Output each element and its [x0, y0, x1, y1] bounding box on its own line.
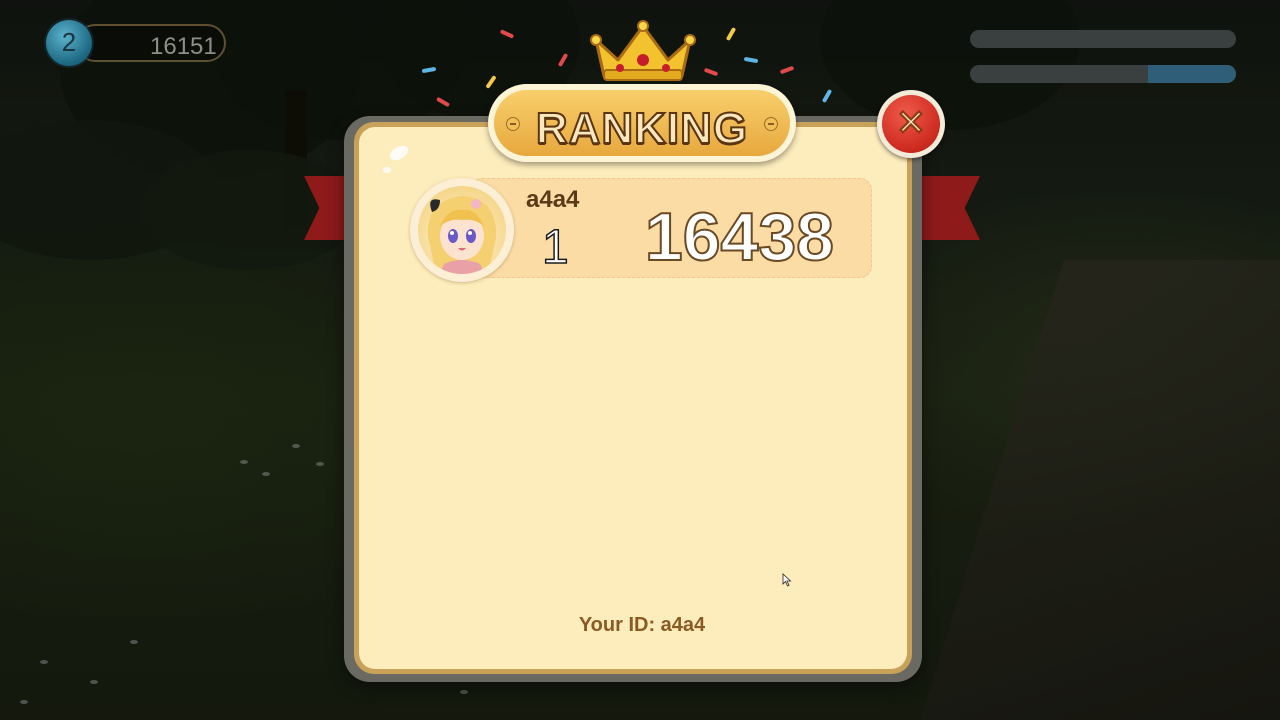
mouse-cursor-icon: [782, 573, 792, 587]
hud-score: 16151: [150, 33, 217, 60]
player-score: 16438: [644, 198, 835, 276]
level-number: 2: [61, 27, 77, 57]
page-title: RANKING: [535, 103, 749, 154]
avatar: [410, 178, 514, 282]
your-id-label: Your ID: a4a4: [578, 614, 706, 636]
player-rank: 1: [541, 220, 569, 275]
close-button[interactable]: ✕: [877, 90, 945, 158]
status-bar-1: [970, 30, 1236, 48]
score-pill: 16151: [76, 24, 226, 62]
player-level-hud: 16151 2: [46, 20, 226, 66]
ranking-entry: a4a4 1 16438: [410, 178, 872, 282]
close-x-icon: ✕: [895, 102, 927, 144]
status-bar-2: [970, 65, 1236, 83]
anime-girl-avatar-icon: [418, 186, 506, 274]
status-bar-2-fill: [1148, 65, 1236, 83]
level-badge: 2: [46, 20, 92, 66]
player-name: a4a4: [526, 186, 580, 213]
ranking-title-plate: RANKING: [488, 84, 796, 162]
crown-icon: [590, 20, 696, 81]
